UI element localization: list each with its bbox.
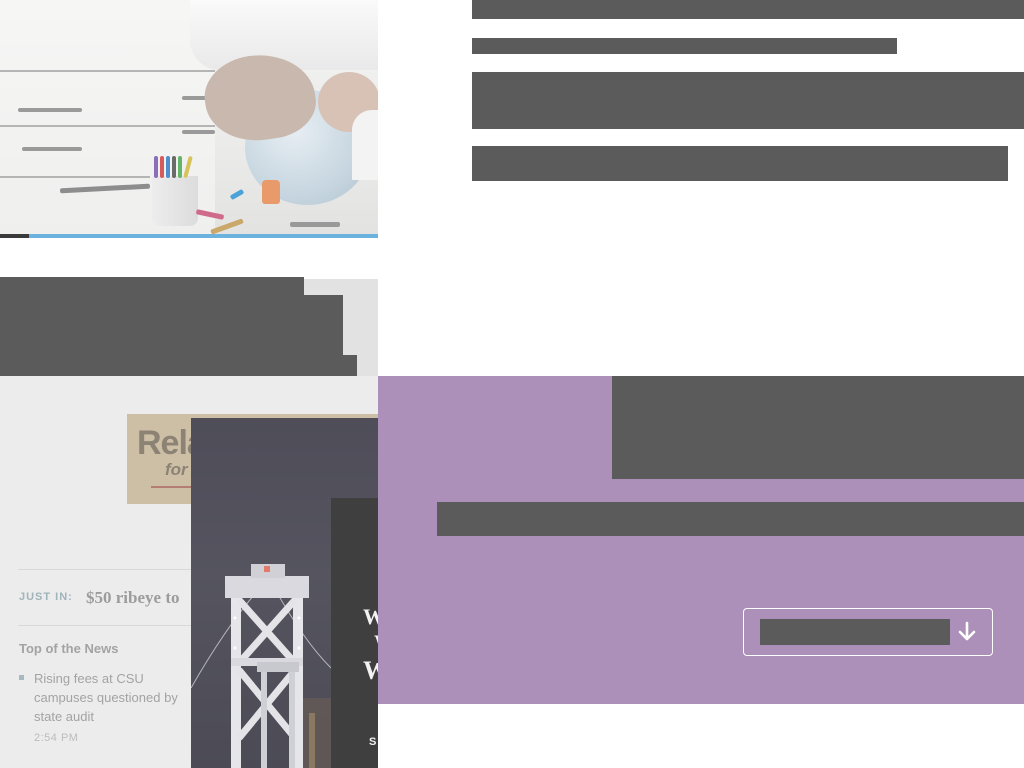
- overlay-subtext: S: [369, 736, 377, 748]
- story-bullet: [19, 675, 24, 680]
- redacted-caption-1: [0, 277, 304, 376]
- story-timestamp: 2:54 PM: [34, 732, 79, 744]
- page: Rela forR JUST IN: $50 ribeye to Top of …: [0, 0, 1024, 768]
- ad-subline-prefix: for: [165, 460, 188, 479]
- just-in-headline-link[interactable]: $50 ribeye to: [86, 588, 179, 608]
- section-title: Top of the News: [19, 641, 119, 656]
- redacted-promo-heading: [612, 376, 1024, 479]
- promo-banner: [378, 376, 1024, 704]
- redacted-headline-line-1: [472, 0, 1024, 19]
- just-in-label: JUST IN:: [19, 591, 73, 603]
- glue-bottle: [262, 180, 280, 204]
- redacted-caption-2: [304, 295, 343, 376]
- hero-photo[interactable]: [0, 0, 378, 238]
- redacted-caption-3: [343, 355, 357, 376]
- slideshow-progress-fill: [0, 234, 30, 238]
- story-link[interactable]: Rising fees at CSU campuses questioned b…: [34, 669, 194, 726]
- redacted-cta-label: [760, 619, 950, 645]
- redacted-byline: [472, 38, 897, 54]
- drawer-handle: [18, 108, 82, 112]
- overlay-heading-line-1: W: [363, 604, 378, 629]
- slideshow-progress-bar: [0, 234, 378, 238]
- arrow-down-icon: [958, 621, 976, 641]
- child-sleeve: [352, 110, 378, 180]
- drawer-handle: [22, 147, 82, 151]
- drawer-handle: [182, 130, 215, 134]
- bridge-overlay-card[interactable]: W W W S: [191, 418, 378, 768]
- redacted-paragraph-1: [472, 72, 1024, 129]
- overlay-heading-line-3: W: [363, 656, 378, 685]
- overlay-text-panel: [331, 498, 378, 768]
- promo-cta-button[interactable]: [743, 608, 993, 656]
- redacted-paragraph-2: [472, 146, 1008, 181]
- pen-cup: [152, 176, 198, 226]
- redacted-promo-subheading: [437, 502, 1024, 536]
